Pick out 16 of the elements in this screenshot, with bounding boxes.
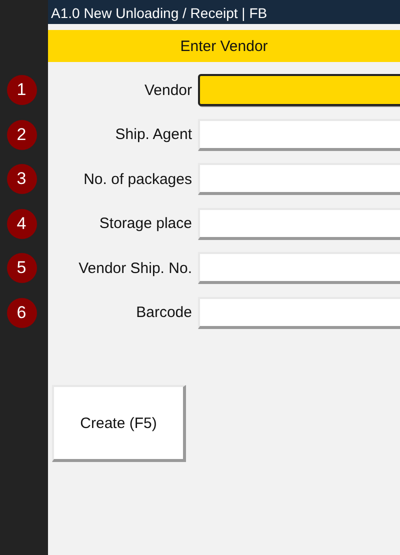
field-label: Vendor bbox=[143, 82, 192, 99]
step-number: 6 bbox=[6, 298, 36, 328]
step-number: 4 bbox=[6, 208, 36, 239]
field-label: Vendor Ship. No. bbox=[78, 260, 192, 277]
input-field[interactable] bbox=[198, 74, 400, 106]
step-number: 3 bbox=[6, 164, 36, 194]
step-number: 2 bbox=[6, 120, 36, 150]
create-button[interactable]: Create (F5) bbox=[52, 385, 186, 462]
window-title: A1.0 New Unloading / Receipt | FB bbox=[48, 0, 400, 24]
field-label: Ship. Agent bbox=[114, 126, 192, 144]
section-header: Enter Vendor bbox=[48, 30, 400, 62]
step-number: 1 bbox=[6, 75, 36, 106]
field-label: No. of packages bbox=[82, 170, 192, 188]
field-label: Storage place bbox=[98, 215, 192, 232]
field-label: Barcode bbox=[135, 304, 192, 322]
step-number: 5 bbox=[6, 253, 36, 284]
